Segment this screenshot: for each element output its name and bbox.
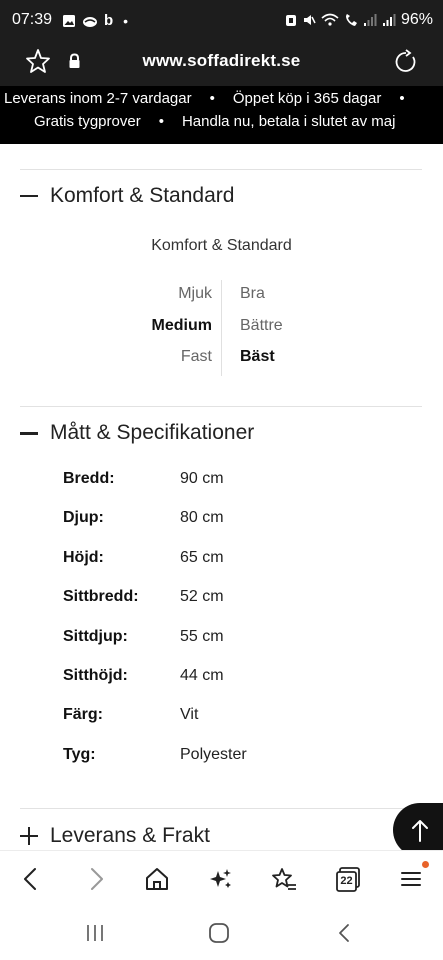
forward-arrow-icon[interactable] <box>82 865 110 893</box>
komfort-option-soft: Mjuk <box>178 285 212 302</box>
spec-row: Höjd: 65 cm <box>63 549 403 588</box>
tabs-button[interactable]: 22 <box>334 865 362 893</box>
minus-icon <box>20 187 38 205</box>
promo-separator: • <box>209 90 215 107</box>
home-icon[interactable] <box>143 865 171 893</box>
spec-value: 44 cm <box>180 666 224 684</box>
menu-notification-badge <box>422 861 429 868</box>
promo-return: Öppet köp i 365 dagar <box>232 90 382 107</box>
divider <box>20 808 422 809</box>
accordion-specs[interactable]: Mått & Specifikationer <box>20 418 254 448</box>
spec-label: Sittdjup: <box>63 627 128 645</box>
komfort-option-firm: Fast <box>180 348 212 365</box>
signal-icon-1 <box>363 14 377 26</box>
standard-option-good: Bra <box>240 285 265 302</box>
browser-url-bar: www.soffadirekt.se <box>0 42 443 86</box>
komfort-subtitle: Komfort & Standard <box>151 237 292 254</box>
menu-button[interactable] <box>398 861 429 893</box>
section-title-specs: Mått & Specifikationer <box>50 421 255 444</box>
spec-row: Färg: Vit <box>63 706 403 745</box>
promo-delivery: Leverans inom 2-7 vardagar <box>4 90 192 107</box>
spec-value: 80 cm <box>180 509 224 527</box>
status-time: 07:39 <box>12 11 53 28</box>
arrow-up-icon <box>412 820 428 842</box>
spec-value: 55 cm <box>180 627 224 645</box>
spec-label: Tyg: <box>63 745 96 763</box>
spec-value: 52 cm <box>180 588 224 606</box>
status-dot: • <box>123 12 129 29</box>
spec-value: Vit <box>180 706 199 724</box>
spec-label: Sittbredd: <box>63 588 139 606</box>
battery-percent: 96% <box>400 11 433 28</box>
mute-icon <box>303 15 316 25</box>
spec-row: Bredd: 90 cm <box>63 470 403 509</box>
standard-option-better: Bättre <box>240 317 283 334</box>
spec-row: Sittbredd: 52 cm <box>63 588 403 627</box>
recent-apps-icon[interactable] <box>84 922 106 944</box>
sparkle-icon[interactable] <box>207 865 235 893</box>
spec-value: 90 cm <box>180 470 224 487</box>
system-navigation-bar <box>0 905 443 960</box>
status-notification-icons: b • <box>62 12 128 29</box>
spec-label: Djup: <box>63 509 104 527</box>
promo-separator: • <box>158 113 164 130</box>
section-title-komfort: Komfort & Standard <box>50 184 235 207</box>
status-system-icons: 96% <box>285 11 433 29</box>
spec-label: Höjd: <box>63 548 104 566</box>
scroll-to-top-button[interactable] <box>393 803 443 857</box>
back-arrow-icon[interactable] <box>17 865 45 893</box>
spec-row: Tyg: Polyester <box>63 746 403 785</box>
cloud-icon <box>83 16 97 27</box>
promo-line-1: Leverans inom 2-7 vardagar • Öppet köp i 3… <box>4 90 443 107</box>
accordion-komfort[interactable]: Komfort & Standard <box>20 181 234 211</box>
spec-label: Bredd: <box>63 470 115 487</box>
spec-value: 65 cm <box>180 548 224 566</box>
refresh-icon[interactable] <box>393 49 419 75</box>
section-title-leverans: Leverans & Frakt <box>50 824 210 847</box>
app-b-icon: b <box>104 12 114 29</box>
spec-value: Polyester <box>180 745 247 763</box>
gallery-icon <box>63 14 75 27</box>
minus-icon <box>20 424 38 442</box>
divider <box>20 406 422 407</box>
bookmark-star-icon[interactable] <box>270 865 298 893</box>
promo-banner: Leverans inom 2-7 vardagar • Öppet köp i 3… <box>0 86 443 144</box>
alarm-icon <box>285 15 296 26</box>
spec-row: Djup: 80 cm <box>63 509 403 548</box>
menu-icon <box>401 872 421 886</box>
promo-samples: Gratis tygprover <box>34 113 141 130</box>
browser-toolbar: 22 <box>0 850 443 905</box>
spec-row: Sittdjup: 55 cm <box>63 628 403 667</box>
signal-icon-2 <box>382 14 396 26</box>
spec-row: Sitthöjd: 44 cm <box>63 667 403 706</box>
volte-call-icon <box>345 14 357 26</box>
back-nav-icon[interactable] <box>333 922 355 944</box>
promo-line-2: Gratis tygprover • Handla nu, betala i slu… <box>34 113 443 130</box>
spec-label: Sitthöjd: <box>63 666 128 684</box>
standard-option-best: Bäst <box>240 348 275 365</box>
komfort-separator <box>221 280 222 376</box>
wifi-icon <box>321 13 339 26</box>
url-address[interactable]: www.soffadirekt.se <box>0 51 443 71</box>
promo-pay-later: Handla nu, betala i slutet av maj <box>181 113 396 130</box>
specs-table: Bredd: 90 cm Djup: 80 cm Höjd: 65 cm Sittbr… <box>63 470 403 785</box>
status-bar: 07:39 b • 96% <box>0 0 443 42</box>
accordion-leverans[interactable]: Leverans & Frakt <box>20 821 210 851</box>
spec-label: Färg: <box>63 706 103 724</box>
promo-separator: • <box>399 90 405 107</box>
komfort-table: Mjuk Medium Fast Bra Bättre Bäst <box>120 280 320 376</box>
tabs-count: 22 <box>340 875 353 887</box>
home-button-icon[interactable] <box>208 922 230 944</box>
komfort-option-medium: Medium <box>151 317 212 334</box>
plus-icon <box>20 827 38 845</box>
divider <box>20 169 422 170</box>
